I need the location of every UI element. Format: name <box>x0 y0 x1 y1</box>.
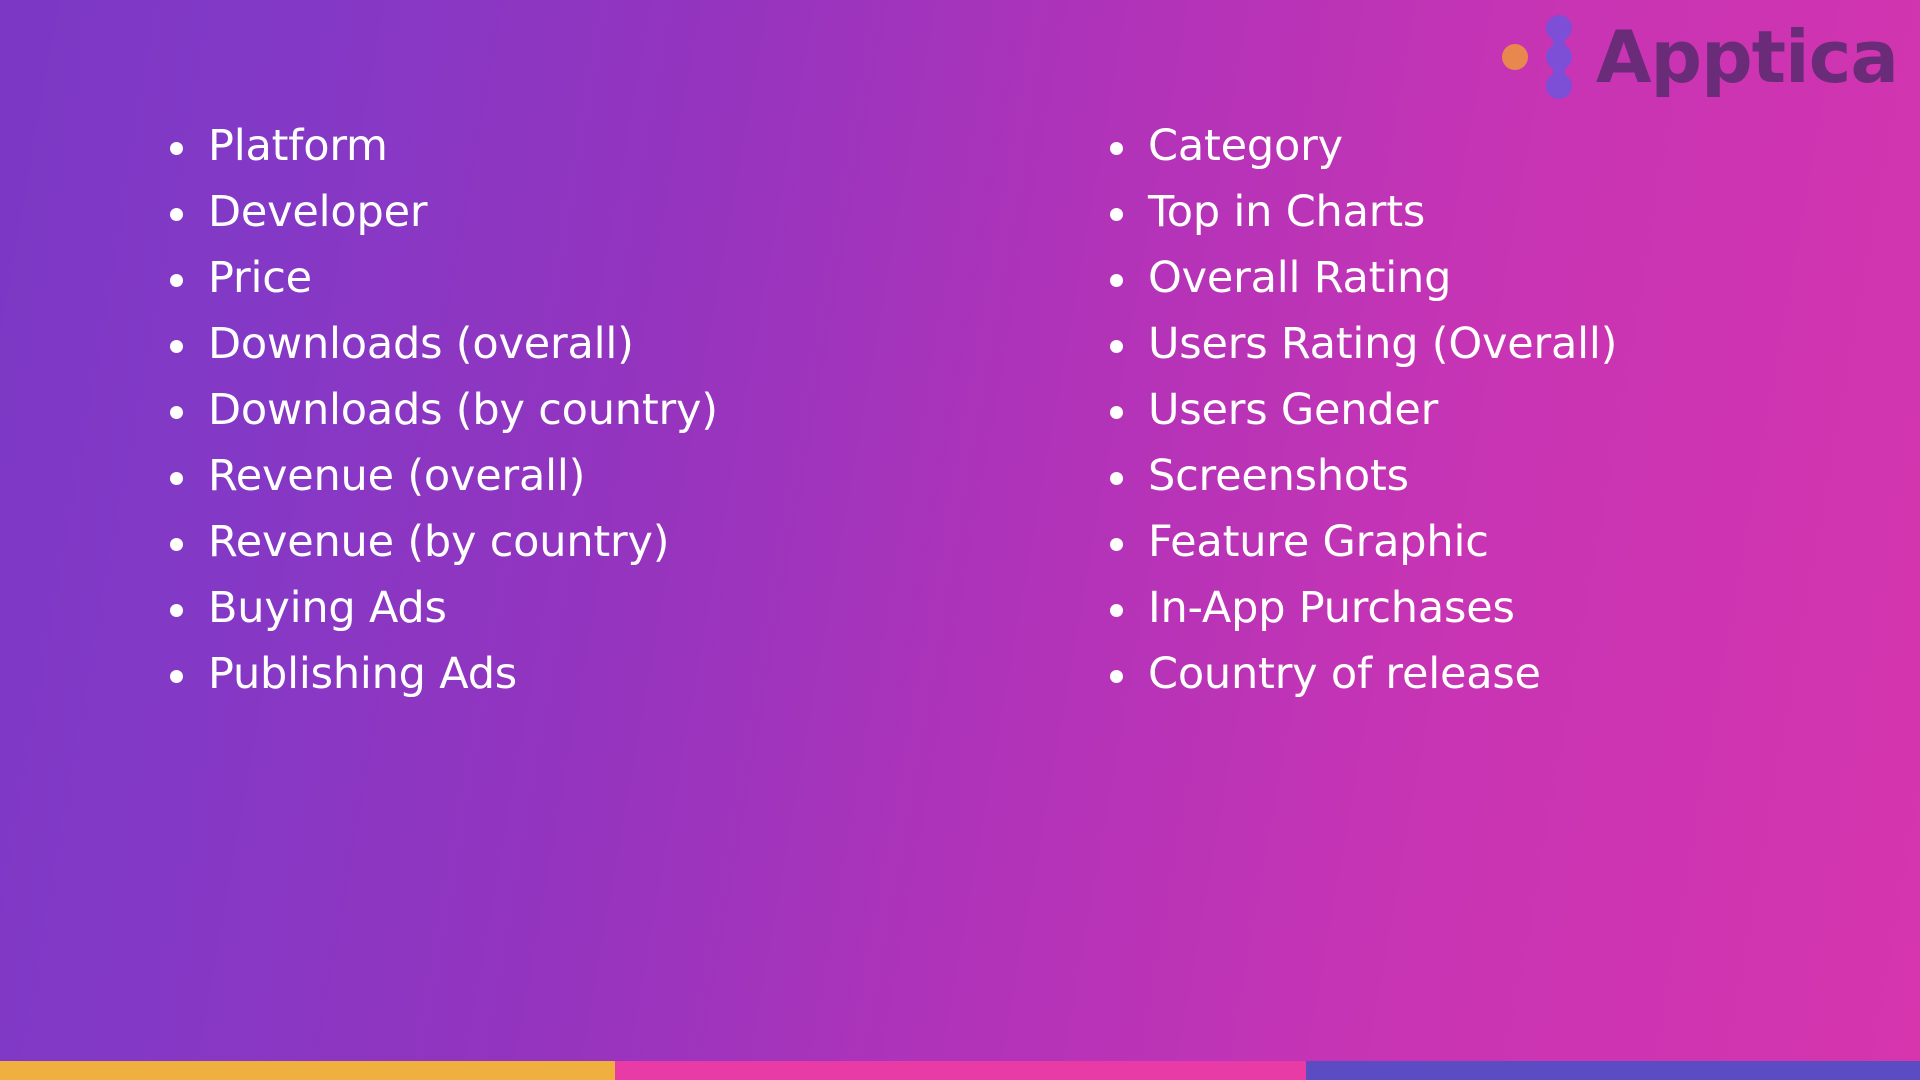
logo-wordmark: Apptica <box>1595 15 1899 99</box>
list-item: Users Gender <box>1100 385 1920 435</box>
list-item: Users Rating (Overall) <box>1100 319 1920 369</box>
bullet-dot-icon <box>170 208 183 221</box>
logo-chain-icon <box>1545 15 1572 99</box>
list-item-label: Revenue (overall) <box>208 451 586 501</box>
list-item-label: Price <box>208 253 312 303</box>
list-item-label: Publishing Ads <box>208 649 517 699</box>
logo-orange-dot-icon <box>1501 44 1528 70</box>
list-item: Developer <box>160 187 960 237</box>
list-item: Overall Rating <box>1100 253 1920 303</box>
bullet-dot-icon <box>1110 406 1123 419</box>
bullet-dot-icon <box>170 142 183 155</box>
list-item: Downloads (overall) <box>160 319 960 369</box>
list-item-label: Users Gender <box>1148 385 1439 435</box>
list-item-label: Platform <box>208 121 388 171</box>
list-item-label: Feature Graphic <box>1148 517 1489 567</box>
list-item: Price <box>160 253 960 303</box>
list-item: Publishing Ads <box>160 649 960 699</box>
left-column: Platform Developer Price Downloads (over… <box>0 121 960 715</box>
right-column: Category Top in Charts Overall Rating Us… <box>960 121 1920 715</box>
list-item-label: Developer <box>208 187 428 237</box>
bullet-dot-icon <box>170 604 183 617</box>
bullet-dot-icon <box>1110 604 1123 617</box>
bullet-dot-icon <box>170 340 183 353</box>
left-feature-list: Platform Developer Price Downloads (over… <box>160 121 960 699</box>
list-item: In-App Purchases <box>1100 583 1920 633</box>
bullet-dot-icon <box>170 670 183 683</box>
bullet-dot-icon <box>1110 670 1123 683</box>
bullet-dot-icon <box>1110 142 1123 155</box>
list-item: Buying Ads <box>160 583 960 633</box>
list-item: Country of release <box>1100 649 1920 699</box>
bullet-dot-icon <box>1110 208 1123 221</box>
list-item-label: Country of release <box>1148 649 1541 699</box>
list-item-label: Revenue (by country) <box>208 517 670 567</box>
list-item-label: Screenshots <box>1148 451 1409 501</box>
list-item: Revenue (by country) <box>160 517 960 567</box>
accent-bar-segment-pink <box>615 1061 1306 1080</box>
list-item-label: Downloads (by country) <box>208 385 718 435</box>
list-item: Platform <box>160 121 960 171</box>
list-item-label: Buying Ads <box>208 583 447 633</box>
right-feature-list: Category Top in Charts Overall Rating Us… <box>1100 121 1920 699</box>
accent-bar-segment-blue <box>1306 1061 1920 1080</box>
list-item-label: Top in Charts <box>1148 187 1426 237</box>
list-item: Category <box>1100 121 1920 171</box>
list-item-label: Users Rating (Overall) <box>1148 319 1618 369</box>
bottom-accent-bar <box>0 1061 1920 1080</box>
list-item: Downloads (by country) <box>160 385 960 435</box>
bullet-dot-icon <box>170 472 183 485</box>
accent-bar-segment-yellow <box>0 1061 615 1080</box>
list-item: Screenshots <box>1100 451 1920 501</box>
slide-canvas: Apptica Platform Developer Price Downloa… <box>0 0 1920 1080</box>
list-item-label: Category <box>1148 121 1343 171</box>
list-item: Revenue (overall) <box>160 451 960 501</box>
list-item-label: Downloads (overall) <box>208 319 634 369</box>
bullet-dot-icon <box>1110 472 1123 485</box>
apptica-logo: Apptica <box>1501 14 1899 100</box>
content-columns: Platform Developer Price Downloads (over… <box>0 121 1920 715</box>
bullet-dot-icon <box>1110 538 1123 551</box>
list-item-label: In-App Purchases <box>1148 583 1515 633</box>
bullet-dot-icon <box>170 274 183 287</box>
bullet-dot-icon <box>1110 340 1123 353</box>
list-item: Feature Graphic <box>1100 517 1920 567</box>
bullet-dot-icon <box>1110 274 1123 287</box>
list-item-label: Overall Rating <box>1148 253 1452 303</box>
bullet-dot-icon <box>170 538 183 551</box>
bullet-dot-icon <box>170 406 183 419</box>
list-item: Top in Charts <box>1100 187 1920 237</box>
